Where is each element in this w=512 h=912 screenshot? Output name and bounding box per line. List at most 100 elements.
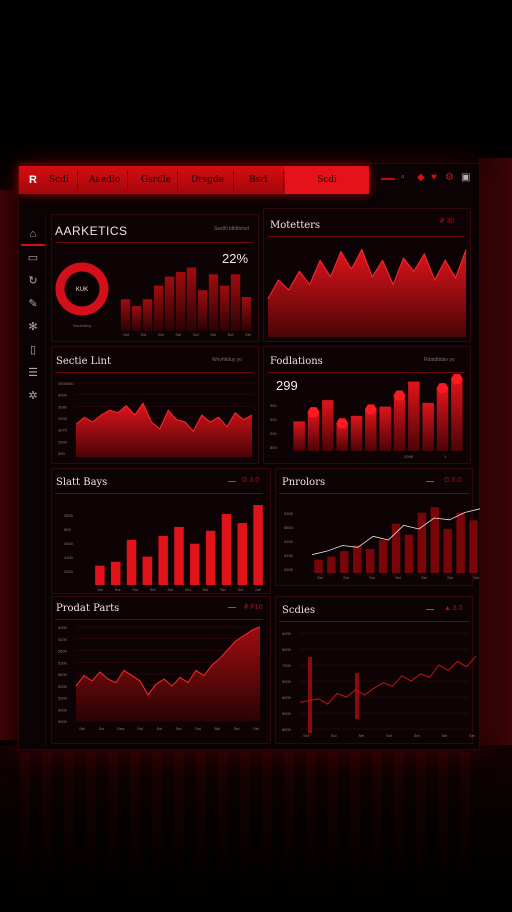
y-tick-label: 7000 xyxy=(282,663,292,668)
x-tick-label: Sel xyxy=(175,332,181,337)
slatt-bays-panel: Slatt Bays G 3.0 3500 800 2500 4100 3000 Sel S… xyxy=(51,468,271,594)
user-icon[interactable]: ▣ xyxy=(461,172,470,183)
x-tick-label: Sol xyxy=(369,575,375,580)
bar xyxy=(365,409,377,451)
x-tick-label: Sel xyxy=(195,726,201,731)
bar xyxy=(142,556,153,585)
y-tick-label: 300 xyxy=(270,417,277,422)
minus-icon[interactable] xyxy=(381,178,395,180)
bar xyxy=(469,520,478,573)
x-tick-label: Sol xyxy=(98,726,104,731)
background-void xyxy=(0,0,512,165)
nav-tab-4[interactable]: Drsgde xyxy=(191,166,224,194)
x-tick-label: Bol xyxy=(214,726,220,731)
bar-group: 3500 800 2500 4100 3000 Sel Sol Sol Sel Sol Sel Sel… xyxy=(64,505,263,592)
bar-group: 5300 5800 5200 5100 5200 Sel Sol Sol Sel Sel Sel Se… xyxy=(284,507,481,580)
y-tick-label: 5000 xyxy=(282,647,292,652)
bar xyxy=(393,395,406,451)
y-tick-label: 3500 xyxy=(64,513,74,518)
bar xyxy=(230,274,241,331)
y-tick-label: 5300 xyxy=(284,511,294,516)
markets-area-chart xyxy=(267,248,467,337)
x-tick-label: Sel xyxy=(97,587,103,592)
x-tick-label: Sel xyxy=(79,726,85,731)
x-tick-label: Sol xyxy=(132,587,138,592)
area-fill xyxy=(76,403,252,457)
dashboard-screen: R Scdi Aaedlo Gsrdle Drsgde Bsrl Scdi ▫ … xyxy=(18,163,481,750)
bar xyxy=(350,415,363,451)
x-tick-label: Sel xyxy=(238,587,244,592)
x-tick-label: Sel xyxy=(202,587,208,592)
sidebar: ⌂ ▭ ↻ ✎ ✻ ▯ ☰ ✲ xyxy=(21,216,46,746)
bar xyxy=(456,512,465,573)
heart-icon[interactable]: ♥ xyxy=(431,172,437,183)
prodat-parts-panel: Prodat Parts ₽ F10 5000 5200 5600 5300 6600 5… xyxy=(51,596,271,744)
bar xyxy=(253,505,263,585)
y-tick-label: 2003 xyxy=(58,416,68,421)
bar-group xyxy=(120,267,252,331)
bar xyxy=(422,402,434,451)
y-tick-label: 6000 xyxy=(282,695,292,700)
x-tick-label: Sel xyxy=(317,575,323,580)
x-tick-label: Dea xyxy=(117,726,125,731)
x-tick-label: Sel xyxy=(185,587,191,592)
nav-tab-2[interactable]: Aaedlo xyxy=(89,166,120,194)
bar xyxy=(95,565,105,585)
bar xyxy=(174,526,184,585)
x-tick-label: 1 xyxy=(444,454,447,459)
y-tick-label: 4000 xyxy=(282,631,292,636)
x-tick-label: Sel xyxy=(255,587,261,592)
y-tick-label: 4100 xyxy=(64,555,74,560)
bar xyxy=(365,548,375,573)
nav-tab-5[interactable]: Bsrl xyxy=(249,166,267,194)
y-tick-label: 3000000 xyxy=(58,381,74,386)
bar xyxy=(186,267,197,331)
y-tick-label: 3080 xyxy=(58,404,68,409)
document-icon[interactable]: ▯ xyxy=(25,342,41,358)
bar xyxy=(436,388,449,451)
settings-icon[interactable]: ⚙ xyxy=(445,172,454,183)
y-tick-label: 5300 xyxy=(58,696,68,701)
bar xyxy=(175,272,186,331)
home-icon[interactable]: ⌂ xyxy=(25,226,41,242)
x-tick-label: Sel xyxy=(123,332,129,337)
chat-icon[interactable]: ▫ xyxy=(401,172,405,183)
app-logo[interactable]: R xyxy=(25,172,41,188)
x-tick-label: Sel xyxy=(447,575,453,580)
bar xyxy=(451,378,463,451)
pen-icon[interactable]: ✎ xyxy=(25,296,41,312)
settings-icon[interactable]: ✻ xyxy=(25,319,41,335)
bar xyxy=(208,274,219,331)
x-tick-label: Sel xyxy=(421,575,427,580)
sortie-area-chart: 3000000 3000 3080 2003 3070 2000 300 xyxy=(58,381,254,457)
spike-bar xyxy=(308,657,312,733)
y-tick-label: 6600 xyxy=(58,672,68,677)
bar xyxy=(379,406,391,451)
bar xyxy=(219,285,230,331)
nav-tab-active[interactable]: Scdi xyxy=(285,166,369,194)
refresh-icon[interactable]: ↻ xyxy=(25,273,41,289)
area-series: 5000 5200 5600 5300 6600 5000 5300 3000 5900 Sel S… xyxy=(58,625,261,731)
bar xyxy=(443,529,452,573)
area-series xyxy=(267,248,467,337)
nav-tab-1[interactable]: Scdi xyxy=(49,166,69,194)
nav-tab-3[interactable]: Gsrdle xyxy=(141,166,171,194)
list-icon[interactable]: ☰ xyxy=(25,365,41,381)
bell-icon[interactable]: ◆ xyxy=(417,172,425,183)
gear-icon[interactable]: ✲ xyxy=(25,388,41,404)
y-tick-label: 3000 xyxy=(58,707,68,712)
bar xyxy=(327,556,336,573)
y-tick-label: 3000 xyxy=(282,679,292,684)
y-tick-label: 9000 xyxy=(282,711,292,716)
x-tick-label: Sol xyxy=(343,575,349,580)
tab-divider xyxy=(177,170,178,190)
bar xyxy=(190,543,200,585)
spike-bar xyxy=(355,673,359,719)
layers-icon[interactable]: ▭ xyxy=(25,250,41,266)
y-tick-label: 800 xyxy=(270,445,277,450)
analytics-chart: KUK Swdrltdioy Sel Sol Gel Sel Sol Sel Sel Sel xyxy=(55,262,252,337)
donut-label: KUK xyxy=(76,287,88,293)
right-glow xyxy=(478,158,512,748)
x-tick-label: Sel xyxy=(469,733,475,738)
x-tick-label: Sel xyxy=(228,332,234,337)
